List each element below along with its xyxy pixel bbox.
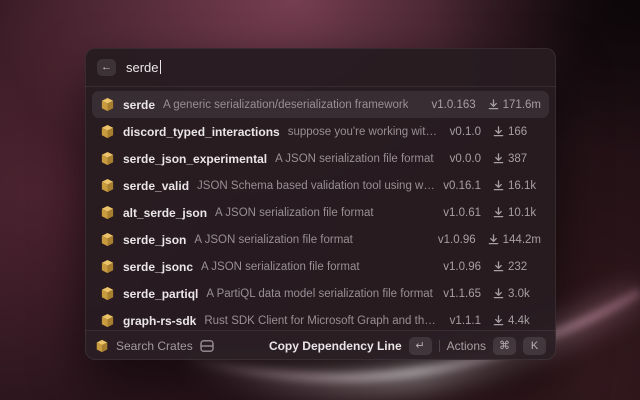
crate-version: v1.0.61 [443, 207, 481, 219]
footer-divider [439, 340, 440, 352]
downloads-count: 232 [493, 261, 541, 273]
crate-name: serde [123, 98, 155, 112]
download-icon [493, 180, 504, 191]
arrow-left-icon: ← [101, 61, 112, 73]
downloads-count: 16.1k [493, 180, 541, 192]
download-icon [493, 153, 504, 164]
result-row[interactable]: alt_serde_json A JSON serialization file… [92, 199, 549, 226]
crate-name: alt_serde_json [123, 206, 207, 220]
download-icon [488, 234, 499, 245]
crate-name: serde_json [123, 233, 186, 247]
k-key-badge: K [523, 337, 546, 355]
result-row[interactable]: serde_json A JSON serialization file for… [92, 226, 549, 253]
crate-name: graph-rs-sdk [123, 314, 196, 328]
results-list: serde A generic serialization/deserializ… [85, 87, 556, 330]
text-cursor [160, 60, 161, 74]
result-row[interactable]: serde_partiql A PartiQL data model seria… [92, 280, 549, 307]
result-row[interactable]: serde_valid JSON Schema based validation… [92, 172, 549, 199]
crate-name: serde_valid [123, 179, 189, 193]
crate-description: JSON Schema based validation tool using … [197, 180, 435, 192]
crate-description: A JSON serialization file format [275, 153, 434, 165]
crate-icon [100, 178, 115, 193]
result-row[interactable]: discord_typed_interactions suppose you'r… [92, 118, 549, 145]
result-row[interactable]: serde A generic serialization/deserializ… [92, 91, 549, 118]
crate-icon [100, 151, 115, 166]
primary-action-button[interactable]: Copy Dependency Line [269, 339, 402, 353]
command-key-badge: ⌘ [493, 337, 516, 355]
crate-version: v1.0.163 [432, 99, 476, 111]
download-icon [493, 207, 504, 218]
crate-version: v0.0.0 [450, 153, 481, 165]
crate-icon [100, 259, 115, 274]
crate-description: suppose you're working with discord slas… [288, 126, 442, 138]
downloads-count: 166 [493, 126, 541, 138]
crate-version: v1.0.96 [443, 261, 481, 273]
result-row[interactable]: serde_jsonc A JSON serialization file fo… [92, 253, 549, 280]
crate-version: v1.1.65 [443, 288, 481, 300]
crate-name: serde_json_experimental [123, 152, 267, 166]
search-input[interactable]: serde [126, 60, 544, 75]
crate-version: v0.16.1 [443, 180, 481, 192]
crate-version: v1.0.96 [438, 234, 476, 246]
crate-icon [95, 339, 109, 353]
result-row[interactable]: graph-rs-sdk Rust SDK Client for Microso… [92, 307, 549, 330]
download-icon [493, 126, 504, 137]
download-icon [493, 261, 504, 272]
download-icon [493, 315, 504, 326]
crate-description: A generic serialization/deserialization … [163, 99, 408, 111]
crate-name: serde_jsonc [123, 260, 193, 274]
downloads-count: 10.1k [493, 207, 541, 219]
crate-description: Rust SDK Client for Microsoft Graph and … [204, 315, 441, 327]
storage-icon [200, 340, 214, 352]
crate-icon [100, 232, 115, 247]
back-button[interactable]: ← [97, 59, 116, 76]
crate-name: serde_partiql [123, 287, 198, 301]
actions-button[interactable]: Actions [447, 339, 486, 353]
downloads-count: 4.4k [493, 315, 541, 327]
crate-description: A PartiQL data model serialization file … [206, 288, 433, 300]
crate-icon [100, 124, 115, 139]
footer-bar: Search Crates Copy Dependency Line ↵ Act… [85, 330, 556, 360]
crate-description: A JSON serialization file format [194, 234, 353, 246]
crate-description: A JSON serialization file format [201, 261, 360, 273]
crate-version: v0.1.0 [450, 126, 481, 138]
crate-icon [100, 286, 115, 301]
downloads-count: 387 [493, 153, 541, 165]
crate-icon [100, 97, 115, 112]
result-row[interactable]: serde_json_experimental A JSON serializa… [92, 145, 549, 172]
crate-icon [100, 313, 115, 328]
launcher-window: ← serde serde A generic serialization/de… [85, 48, 556, 360]
download-icon [493, 288, 504, 299]
crate-version: v1.1.1 [450, 315, 481, 327]
return-key-badge: ↵ [409, 337, 432, 355]
search-bar: ← serde [85, 48, 556, 87]
download-icon [488, 99, 499, 110]
crate-icon [100, 205, 115, 220]
crate-description: A JSON serialization file format [215, 207, 374, 219]
downloads-count: 144.2m [488, 234, 541, 246]
crate-name: discord_typed_interactions [123, 125, 280, 139]
search-query-text: serde [126, 60, 159, 75]
command-name-label: Search Crates [116, 339, 193, 353]
downloads-count: 3.0k [493, 288, 541, 300]
downloads-count: 171.6m [488, 99, 541, 111]
